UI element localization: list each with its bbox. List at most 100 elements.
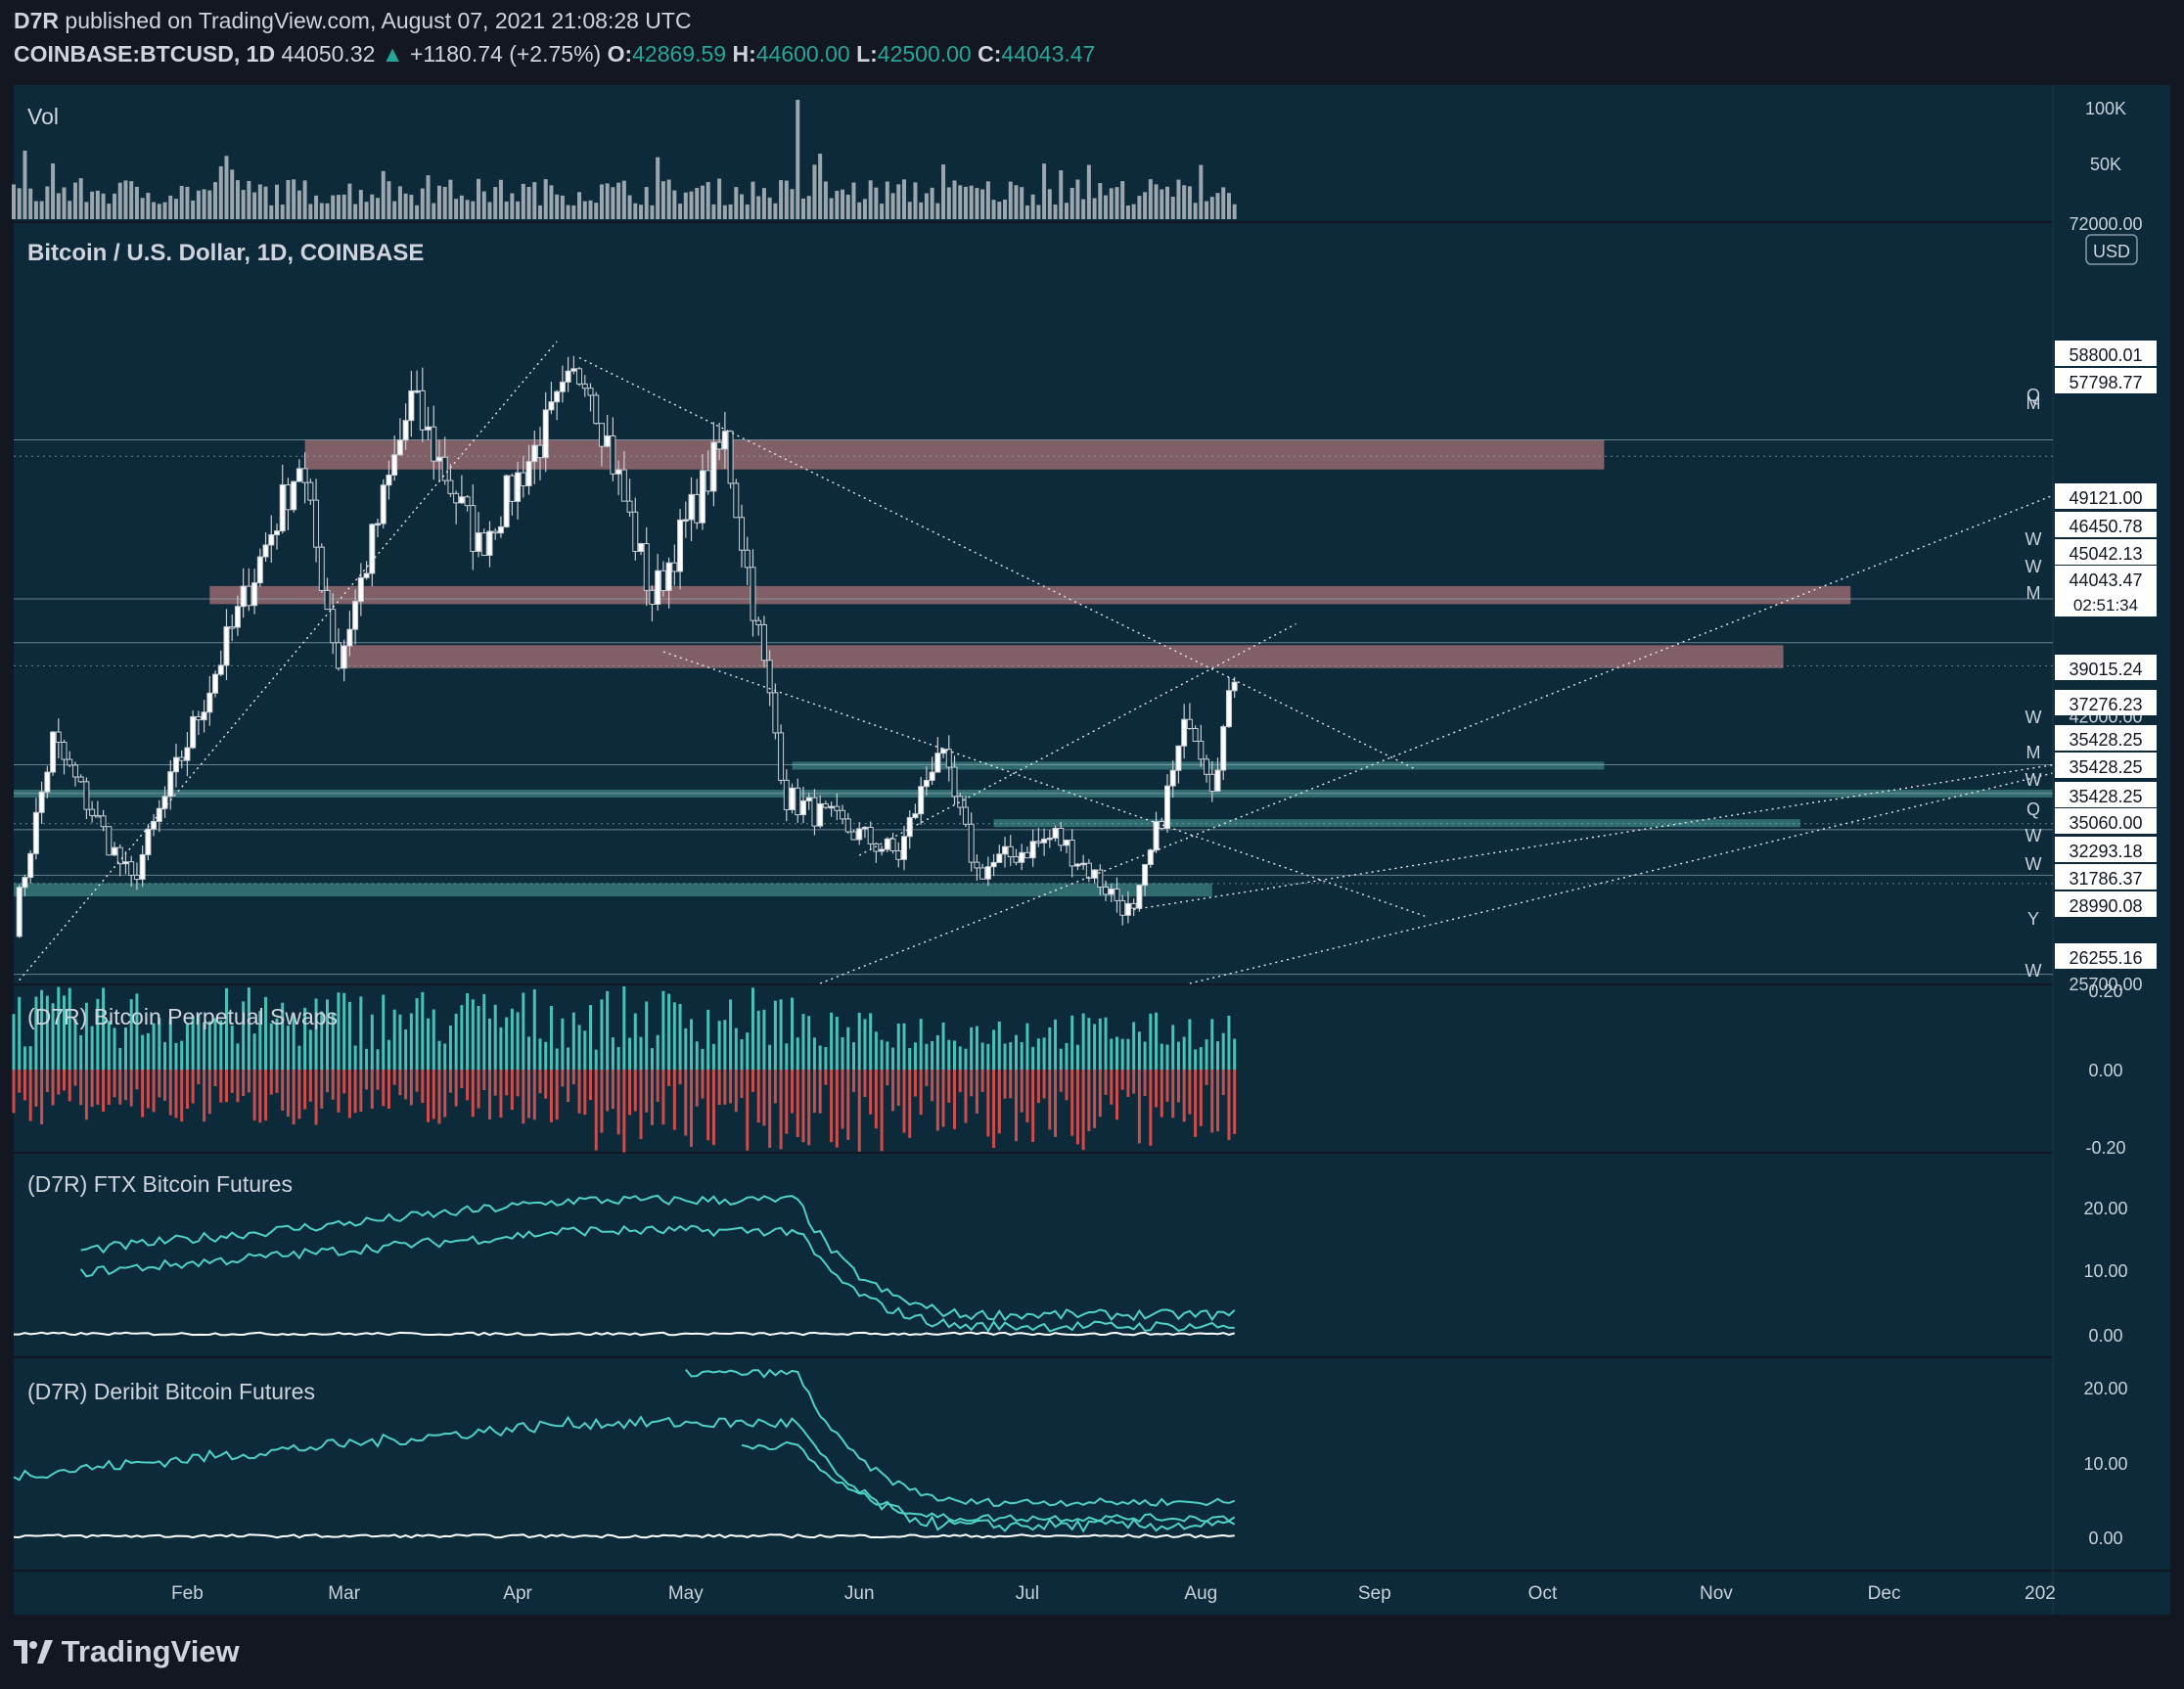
candle-body — [1024, 851, 1030, 859]
swaps-bar — [661, 990, 665, 1070]
volume-bar — [370, 194, 375, 219]
level-mark: M — [2026, 393, 2041, 413]
swaps-bar — [1093, 1070, 1097, 1128]
swaps-bar — [347, 1070, 351, 1118]
volume-bar — [381, 170, 386, 219]
candle-body — [223, 626, 230, 666]
swaps-bar — [874, 1070, 878, 1129]
swaps-bar — [913, 1042, 917, 1070]
candle-body — [408, 390, 415, 422]
candle-body — [638, 543, 645, 552]
volume-bar — [129, 181, 134, 219]
level-mark: W — [2025, 826, 2042, 845]
swaps-tick: 0.00 — [2088, 1061, 2122, 1080]
swaps-bar — [370, 1070, 374, 1109]
volume-bar — [33, 201, 38, 219]
swaps-bar — [207, 1070, 211, 1115]
volume-bar — [1014, 185, 1019, 219]
candle-body — [699, 470, 705, 524]
candle-body — [649, 589, 656, 605]
volume-bar — [1154, 184, 1159, 219]
swaps-bar — [633, 1070, 637, 1112]
swaps-bar — [863, 1019, 867, 1070]
candle-body — [503, 475, 510, 527]
swaps-bar — [224, 1070, 228, 1103]
volume-bar — [588, 200, 593, 219]
swaps-bar — [594, 1070, 598, 1151]
swaps-bar — [79, 1070, 83, 1106]
candle-body — [1063, 840, 1069, 846]
swaps-bar — [427, 1070, 431, 1122]
candle-body — [453, 492, 460, 504]
volume-bar — [611, 187, 615, 219]
swaps-bar — [701, 1048, 705, 1070]
candle-body — [716, 441, 723, 450]
volume-bar — [1024, 205, 1029, 219]
swaps-bar — [628, 1037, 632, 1070]
candle-body — [772, 692, 779, 734]
volume-bar — [857, 202, 862, 219]
swaps-bar — [851, 1042, 855, 1070]
swaps-bar — [113, 1027, 116, 1070]
volume-bar — [890, 193, 895, 219]
candle-body — [811, 797, 818, 827]
swaps-bar — [292, 1070, 296, 1125]
candle-body — [515, 472, 522, 502]
chart-header: D7R published on TradingView.com, August… — [0, 0, 2184, 83]
volume-bar — [152, 202, 157, 219]
candle-body — [386, 474, 392, 486]
swaps-bar — [40, 989, 44, 1070]
candle-body — [744, 549, 751, 569]
swaps-bar — [807, 1016, 811, 1070]
publisher-name[interactable]: D7R — [14, 8, 59, 33]
volume-bar — [605, 183, 610, 219]
candle-body — [106, 826, 113, 856]
candle-body — [655, 570, 661, 605]
swaps-bar — [841, 1037, 844, 1070]
swaps-bar — [958, 1046, 962, 1070]
volume-bar — [241, 190, 246, 219]
volume-bar — [1120, 181, 1125, 219]
swaps-bar — [791, 997, 795, 1070]
time-tick: Jul — [1016, 1583, 1039, 1604]
volume-bar — [594, 203, 599, 219]
candle-body — [733, 482, 740, 519]
candle-body — [710, 441, 717, 492]
volume-bar — [767, 197, 772, 219]
symbol-name[interactable]: COINBASE:BTCUSD, 1D — [14, 41, 275, 67]
candle-body — [587, 388, 594, 396]
candle-body — [895, 850, 902, 860]
tradingview-logo[interactable]: TradingView — [14, 1634, 240, 1669]
candle-body — [363, 572, 370, 578]
candle-body — [565, 370, 571, 383]
swaps-bar — [432, 1009, 435, 1070]
swaps-bar — [672, 1002, 676, 1070]
candle-body — [694, 493, 701, 524]
swaps-bar — [337, 1070, 341, 1113]
volume-bar — [1125, 205, 1130, 219]
candle-body — [402, 420, 409, 441]
volume-bar — [958, 185, 963, 219]
volume-bar — [650, 205, 655, 219]
volume-bar — [224, 156, 229, 219]
swaps-bar — [931, 1040, 934, 1070]
swaps-bar — [1149, 1013, 1153, 1070]
volume-bar — [436, 185, 441, 219]
volume-bar — [302, 180, 307, 219]
swaps-bar — [986, 1070, 990, 1137]
candle-body — [620, 469, 627, 502]
swaps-bar — [577, 1070, 581, 1114]
volume-bar — [1199, 164, 1204, 219]
swaps-bar — [180, 1040, 184, 1070]
published-text: published on TradingView.com, August 07,… — [65, 8, 692, 33]
swaps-bar — [801, 1014, 805, 1070]
volume-bar — [448, 179, 453, 219]
candle-body — [721, 431, 728, 450]
countdown-label: 02:51:34 — [2073, 596, 2138, 615]
candle-body — [32, 811, 39, 854]
volume-bar — [409, 195, 414, 219]
swaps-bar — [880, 1070, 884, 1152]
swaps-bar — [935, 1070, 939, 1131]
candle-body — [1136, 885, 1143, 909]
swaps-bar — [84, 1070, 88, 1120]
